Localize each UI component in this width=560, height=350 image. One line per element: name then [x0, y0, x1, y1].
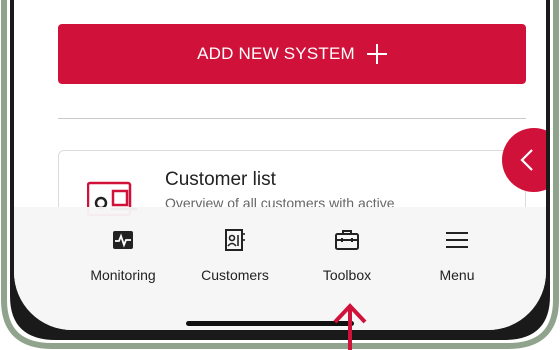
tab-menu-label: Menu — [439, 267, 475, 283]
app-screen: ADD NEW SYSTEM Customer list Overview of… — [14, 0, 546, 330]
up-arrow-icon — [333, 303, 367, 350]
customers-icon — [225, 229, 245, 251]
chevron-left-icon — [520, 149, 533, 171]
tab-customers-label: Customers — [201, 267, 269, 283]
toolbox-icon — [335, 230, 359, 250]
tab-monitoring-label: Monitoring — [90, 267, 156, 283]
tab-customers[interactable]: Customers — [180, 227, 290, 283]
add-new-system-label: ADD NEW SYSTEM — [197, 44, 355, 63]
tab-menu[interactable]: Menu — [402, 227, 512, 283]
divider — [58, 118, 526, 119]
bottom-tab-bar: Monitoring Customers Toolbox Menu — [14, 207, 546, 330]
home-indicator[interactable] — [186, 321, 354, 326]
tab-toolbox-label: Toolbox — [322, 267, 372, 283]
plus-icon — [366, 44, 387, 64]
menu-icon — [446, 232, 468, 248]
tab-toolbox[interactable]: Toolbox — [292, 227, 402, 283]
card-title: Customer list — [165, 169, 276, 190]
monitoring-icon — [113, 231, 133, 249]
tab-monitoring[interactable]: Monitoring — [68, 227, 178, 283]
add-new-system-button[interactable]: ADD NEW SYSTEM — [58, 24, 526, 84]
